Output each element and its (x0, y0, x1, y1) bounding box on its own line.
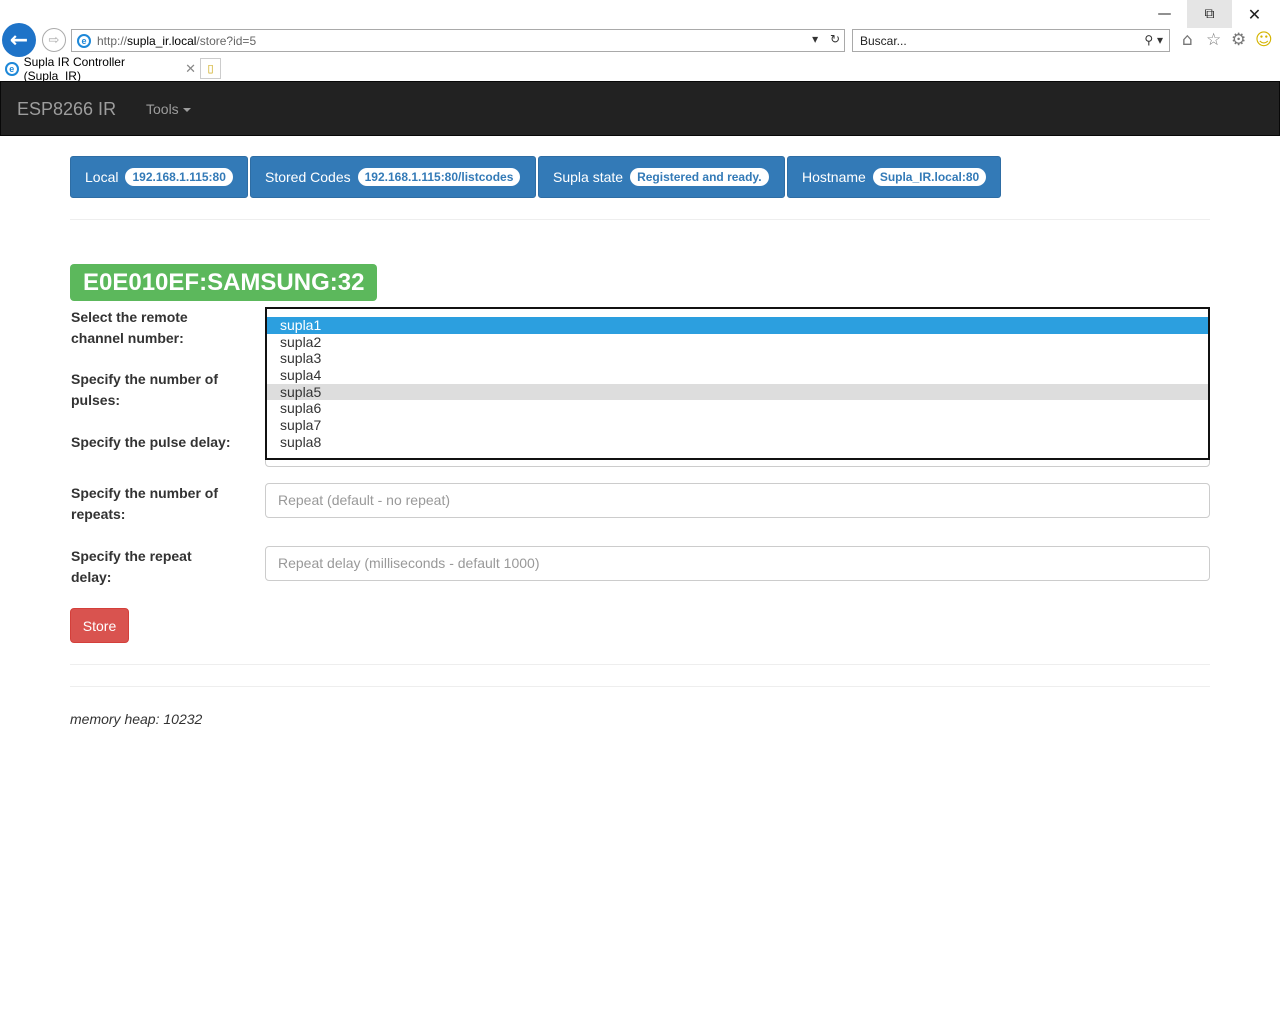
channel-label: Select the remote channel number: (71, 309, 188, 346)
channel-select-list[interactable]: supla1 supla2 supla3 supla4 supla5 supla… (265, 307, 1210, 460)
address-protocol: http:// (97, 33, 128, 48)
pulse-delay-label: Specify the pulse delay: (71, 434, 231, 450)
address-dropdown-icon[interactable]: ▾ (812, 32, 818, 46)
store-button[interactable]: Store (70, 608, 129, 643)
settings-icon[interactable]: ⚙ (1231, 30, 1246, 50)
address-host: supla_ir.local (127, 33, 197, 48)
smiley-icon[interactable]: ☺ (1255, 30, 1273, 50)
tab-supla-ir[interactable]: e Supla IR Controller (Supla_IR) ✕ (3, 55, 196, 83)
tab-title: Supla IR Controller (Supla_IR) (23, 55, 125, 83)
navbar-brand[interactable]: ESP8266 IR (17, 99, 116, 120)
channel-option[interactable]: supla6 (267, 400, 1208, 417)
tools-menu[interactable]: Tools (146, 101, 191, 117)
caret-down-icon (182, 108, 191, 113)
forward-button[interactable]: ⇨ (42, 28, 66, 52)
navbar: ESP8266 IR Tools (0, 81, 1280, 136)
search-dropdown-icon[interactable]: ▾ (1157, 33, 1163, 47)
repeats-input[interactable]: Repeat (default - no repeat) (265, 483, 1210, 518)
address-bar[interactable]: e http://supla_ir.local/store?id=5 ▾ ↻ (71, 29, 845, 52)
channel-option[interactable]: supla3 (267, 350, 1208, 367)
local-label: Local (85, 169, 119, 185)
hostname-button[interactable]: Hostname Supla_IR.local:80 (787, 156, 1001, 198)
browser-chrome: — ⧉ ✕ ← ⇨ e http://supla_ir.local/store?… (0, 0, 1280, 83)
tab-ie-icon: e (5, 62, 19, 76)
new-tab-icon: ▯ (207, 63, 214, 75)
forward-arrow-icon: ⇨ (48, 32, 60, 48)
search-input[interactable]: Buscar... ⚲ ▾ (852, 29, 1170, 52)
favorites-icon[interactable]: ☆ (1206, 30, 1221, 50)
channel-option[interactable]: supla2 (267, 334, 1208, 351)
memory-heap-text: memory heap: 10232 (70, 711, 203, 727)
repeat-delay-input[interactable]: Repeat delay (milliseconds - default 100… (265, 546, 1210, 581)
search-placeholder: Buscar... (860, 34, 907, 48)
restore-button[interactable]: ⧉ (1187, 0, 1232, 28)
back-button[interactable]: ← (2, 23, 36, 57)
repeat-delay-label: Specify the repeat delay: (71, 548, 192, 585)
channel-option[interactable]: supla5 (267, 383, 1208, 401)
hostname-badge: Supla_IR.local:80 (872, 168, 987, 186)
stored-codes-label: Stored Codes (265, 169, 351, 185)
hostname-label: Hostname (802, 169, 866, 185)
close-window-button[interactable]: ✕ (1232, 0, 1277, 28)
divider (70, 219, 1210, 220)
tools-menu-label: Tools (146, 101, 179, 117)
divider (70, 686, 1210, 687)
supla-state-button[interactable]: Supla state Registered and ready. (538, 156, 785, 198)
local-badge: 192.168.1.115:80 (125, 168, 233, 186)
pulses-label: Specify the number of pulses: (71, 371, 219, 408)
ie-page-icon: e (77, 33, 91, 48)
channel-option[interactable]: supla1 (267, 317, 1208, 334)
minimize-button[interactable]: — (1142, 0, 1187, 28)
stored-codes-button[interactable]: Stored Codes 192.168.1.115:80/listcodes (250, 156, 536, 198)
channel-option[interactable]: supla4 (267, 367, 1208, 384)
address-path: /store?id=5 (196, 33, 257, 48)
supla-state-badge: Registered and ready. (630, 168, 769, 186)
tab-close-icon[interactable]: ✕ (185, 61, 196, 77)
channel-option[interactable]: supla8 (267, 434, 1208, 451)
local-button[interactable]: Local 192.168.1.115:80 (70, 156, 248, 198)
new-tab-button[interactable]: ▯ (200, 58, 221, 79)
channel-option[interactable]: supla7 (267, 417, 1208, 434)
refresh-icon[interactable]: ↻ (830, 32, 840, 46)
supla-state-label: Supla state (553, 169, 624, 185)
home-icon[interactable]: ⌂ (1182, 30, 1193, 50)
stored-codes-badge: 192.168.1.115:80/listcodes (357, 168, 521, 186)
repeats-label: Specify the number of repeats: (71, 485, 219, 522)
ir-code-label: E0E010EF:SAMSUNG:32 (70, 264, 378, 301)
back-arrow-icon: ← (9, 27, 29, 53)
divider (70, 664, 1210, 665)
search-icon[interactable]: ⚲ (1144, 33, 1153, 47)
